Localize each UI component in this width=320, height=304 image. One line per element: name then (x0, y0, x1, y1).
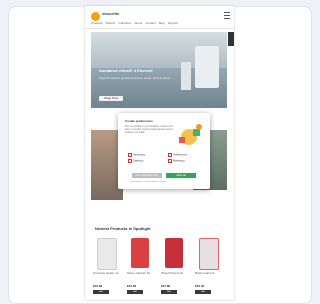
cookie-dialog-footer-links[interactable]: Show details · Privacy policy · Imprint (130, 181, 200, 183)
cookie-dialog-text: We use cookies to personalize content an… (125, 125, 174, 134)
product-price: €34.50 (127, 284, 137, 288)
hero-banner: Sundance eSeal® 4 Element Superior seal … (91, 32, 227, 108)
product-name[interactable]: Wood Protect 2L (161, 271, 189, 276)
cookie-illustration-icon (179, 124, 202, 145)
add-to-cart-button[interactable]: Add (195, 290, 211, 294)
product-price: €27.80 (161, 284, 171, 288)
nav-item[interactable]: Industries (118, 21, 131, 26)
cookie-option-preferences[interactable]: Preferences (168, 153, 187, 157)
product-image[interactable] (199, 238, 219, 270)
cookie-option-statistics[interactable]: Statistics (128, 159, 143, 163)
product-card[interactable]: Concrete Sealer 1L €19.90 Add (91, 236, 121, 298)
product-card[interactable]: Stone Cleaner 5L €34.50 Add (125, 236, 155, 298)
hero-cta-button[interactable]: Shop Now (99, 96, 123, 101)
nav-item[interactable]: About (134, 21, 142, 26)
nav-item[interactable]: Contact (145, 21, 155, 26)
hamburger-menu-icon[interactable] (224, 12, 230, 19)
cookie-option-necessary[interactable]: Necessary (128, 153, 145, 157)
hero-product-image (195, 46, 219, 88)
cookie-consent-dialog: Cookie preferences We use cookies to per… (118, 113, 210, 189)
add-to-cart-button[interactable]: Add (161, 290, 177, 294)
hero-product-image-secondary (181, 62, 191, 90)
product-card[interactable]: Brick Guard 1L €22.40 Add (193, 236, 223, 298)
hero-subtitle: Superior seal to protect concrete, wood,… (99, 76, 172, 80)
add-to-cart-button[interactable]: Add (93, 290, 109, 294)
product-price: €19.90 (93, 284, 103, 288)
section-title: Newest Products in Spotlight (95, 226, 151, 231)
product-name[interactable]: Concrete Sealer 1L (93, 271, 121, 276)
product-image[interactable] (165, 238, 183, 268)
product-image[interactable] (97, 238, 117, 270)
logo-text[interactable]: eboxelite (102, 11, 119, 16)
nav-item[interactable]: Brands (106, 21, 116, 26)
product-price: €22.40 (195, 284, 205, 288)
cookie-dialog-title: Cookie preferences (125, 119, 153, 123)
product-name[interactable]: Stone Cleaner 5L (127, 271, 155, 276)
nav-item[interactable]: Support (168, 21, 179, 26)
product-card[interactable]: Wood Protect 2L €27.80 Add (159, 236, 189, 298)
logo-icon[interactable] (91, 12, 100, 21)
add-to-cart-button[interactable]: Add (127, 290, 143, 294)
accept-cookies-button[interactable]: Allow all (166, 173, 196, 178)
side-tab-icon[interactable] (228, 32, 234, 46)
decline-cookies-button[interactable]: Use necessary only (132, 173, 162, 178)
nav-item[interactable]: Products (91, 21, 103, 26)
product-name[interactable]: Brick Guard 1L (195, 271, 223, 276)
hero-title: Sundance eSeal® 4 Element (99, 68, 153, 73)
product-list: Concrete Sealer 1L €19.90 Add Stone Clea… (91, 236, 229, 298)
product-image[interactable] (131, 238, 149, 268)
top-nav: Products Brands Industries About Contact… (91, 21, 229, 26)
nav-item[interactable]: Blog (159, 21, 165, 26)
site-header: eboxelite Products Brands Industries Abo… (85, 6, 234, 29)
cookie-option-marketing[interactable]: Marketing (168, 159, 184, 163)
